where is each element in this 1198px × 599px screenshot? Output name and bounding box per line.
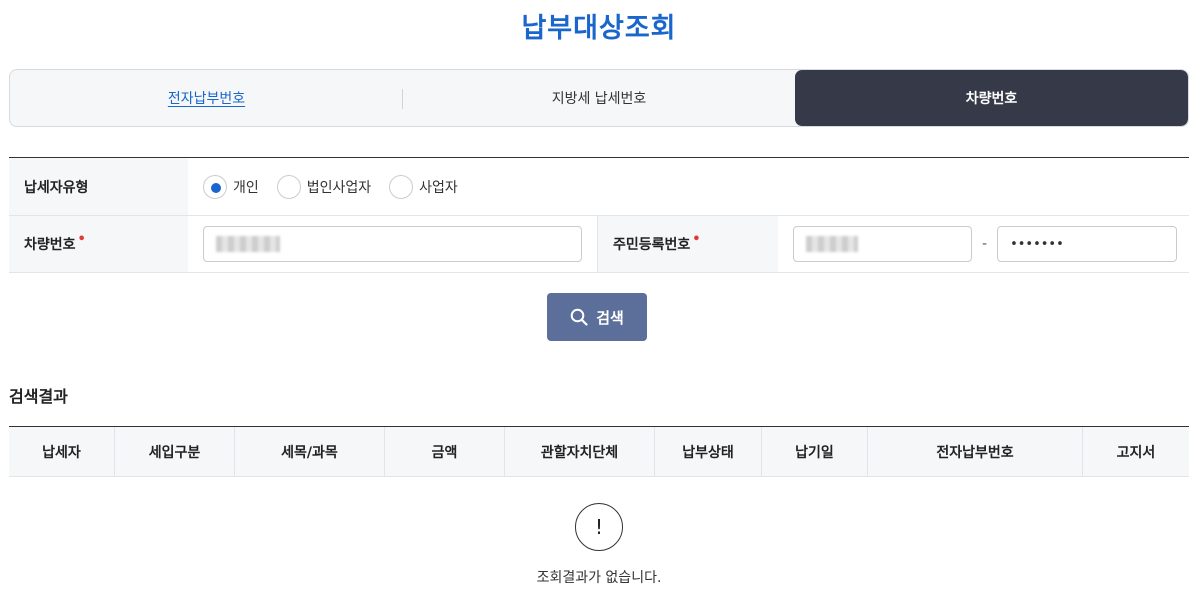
search-button[interactable]: 검색 bbox=[547, 293, 647, 341]
vehicle-resident-row: 차량번호 • 주민등록번호 • - ••••••• bbox=[9, 216, 1189, 273]
column-header: 납부상태 bbox=[655, 427, 762, 476]
resident-number-back-input[interactable]: ••••••• bbox=[997, 226, 1178, 262]
tab-label: 지방세 납세번호 bbox=[551, 91, 647, 107]
column-header: 전자납부번호 bbox=[868, 427, 1083, 476]
search-type-tabs: 전자납부번호 지방세 납세번호 차량번호 bbox=[9, 69, 1189, 127]
required-mark: • bbox=[77, 231, 86, 247]
search-button-label: 검색 bbox=[596, 308, 624, 327]
radio-button[interactable] bbox=[203, 174, 227, 199]
tab-vehicle-number[interactable]: 차량번호 bbox=[795, 70, 1188, 126]
search-icon bbox=[570, 308, 588, 326]
tab-label: 전자납부번호 bbox=[167, 91, 246, 107]
taxpayer-type-label: 납세자유형 bbox=[9, 158, 188, 215]
column-header: 세입구분 bbox=[115, 427, 235, 476]
vehicle-number-input[interactable] bbox=[203, 226, 582, 262]
radio-button[interactable] bbox=[276, 174, 301, 199]
masked-value bbox=[216, 236, 280, 252]
column-header: 관할자치단체 bbox=[505, 427, 655, 476]
column-header: 세목/과목 bbox=[235, 427, 385, 476]
resident-number-label: 주민등록번호 • bbox=[598, 216, 778, 272]
radio-corporate-business[interactable]: 법인사업자 bbox=[276, 174, 371, 199]
radio-individual[interactable]: 개인 bbox=[203, 174, 259, 199]
search-form: 납세자유형 개인 법인사업자 사업자 차량번호 • 주민등록번호 • - •••… bbox=[9, 157, 1189, 273]
tab-local-tax-number[interactable]: 지방세 납세번호 bbox=[403, 70, 795, 126]
radio-business[interactable]: 사업자 bbox=[389, 174, 458, 199]
results-title: 검색결과 bbox=[9, 387, 68, 406]
column-header: 고지서 bbox=[1116, 444, 1156, 461]
vehicle-number-cell bbox=[188, 216, 598, 272]
required-mark: • bbox=[692, 231, 701, 247]
tab-label: 차량번호 bbox=[965, 91, 1018, 107]
vehicle-number-label: 차량번호 • bbox=[9, 216, 188, 272]
resident-separator: - bbox=[982, 236, 988, 252]
resident-number-front-input[interactable] bbox=[793, 226, 972, 262]
alert-icon: ! bbox=[575, 503, 623, 551]
taxpayer-type-row: 납세자유형 개인 법인사업자 사업자 bbox=[9, 158, 1189, 216]
resident-number-cell: - ••••••• bbox=[778, 216, 1189, 272]
tab-electronic-payment-number[interactable]: 전자납부번호 bbox=[10, 70, 403, 126]
column-header: 납기일 bbox=[762, 427, 868, 476]
empty-results-message: 조회결과가 없습니다. bbox=[536, 570, 662, 586]
radio-button[interactable] bbox=[389, 174, 414, 199]
taxpayer-type-radio-group: 개인 법인사업자 사업자 bbox=[188, 158, 1189, 215]
column-header: 금액 bbox=[385, 427, 505, 476]
column-header: 납세자 bbox=[9, 427, 115, 476]
masked-value bbox=[806, 236, 858, 252]
page-title: 납부대상조회 bbox=[521, 13, 677, 44]
results-table-header: 납세자 세입구분 세목/과목 금액 관할자치단체 납부상태 납기일 전자납부번호… bbox=[9, 426, 1189, 477]
